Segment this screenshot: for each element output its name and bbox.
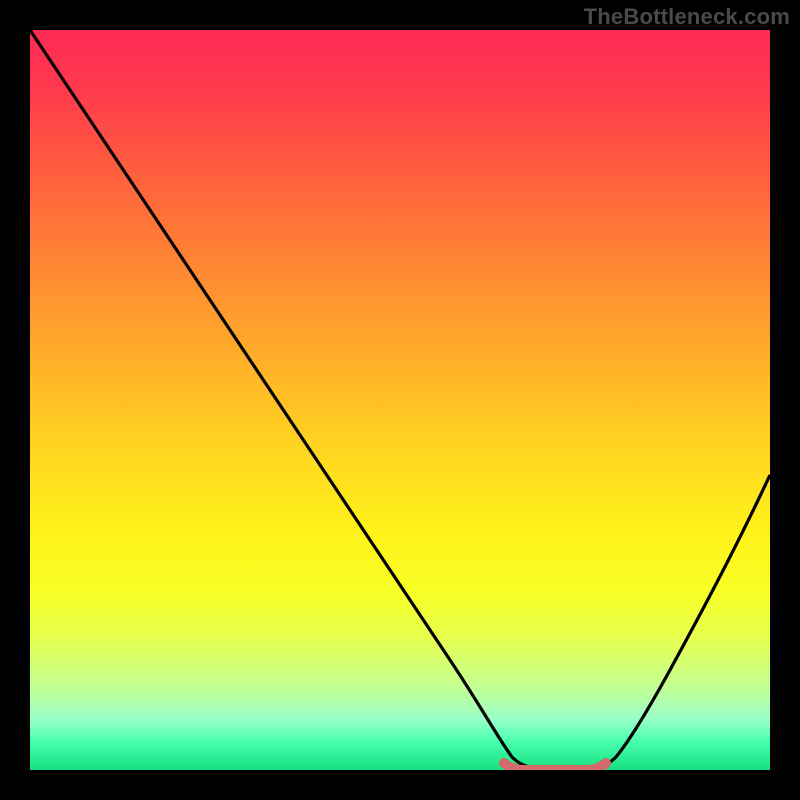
watermark-text: TheBottleneck.com (584, 4, 790, 30)
chart-frame: TheBottleneck.com (0, 0, 800, 800)
flat-minimum-marker (504, 763, 606, 770)
bottleneck-curve (30, 30, 770, 768)
curve-svg (30, 30, 770, 770)
plot-area (30, 30, 770, 770)
